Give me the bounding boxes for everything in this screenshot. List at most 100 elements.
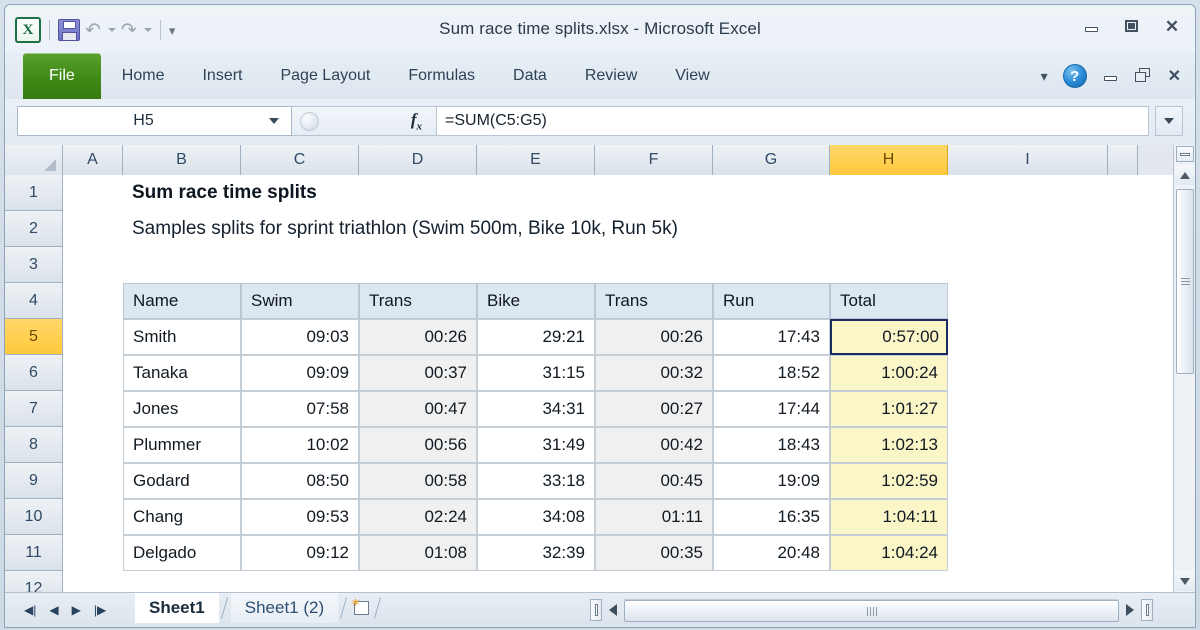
formula-input[interactable]: =SUM(C5:G5)	[437, 106, 1149, 136]
column-header-e[interactable]: E	[477, 145, 595, 175]
cell-f10-trans2[interactable]: 01:11	[595, 499, 713, 535]
tab-data[interactable]: Data	[494, 53, 566, 99]
cell-e5-bike[interactable]: 29:21	[477, 319, 595, 355]
cell-a10[interactable]	[63, 499, 123, 535]
column-header-a[interactable]: A	[63, 145, 123, 175]
horizontal-scroll-track[interactable]	[624, 599, 1119, 621]
cell-a11[interactable]	[63, 535, 123, 571]
tab-file[interactable]: File	[23, 53, 101, 99]
column-header-f[interactable]: F	[595, 145, 713, 175]
first-sheet-icon[interactable]: ◀|	[24, 603, 36, 617]
cell-row12[interactable]	[63, 571, 963, 593]
name-box-dropdown-icon[interactable]	[269, 118, 279, 124]
last-sheet-icon[interactable]: |▶	[94, 603, 106, 617]
cell-d8-trans1[interactable]: 00:56	[359, 427, 477, 463]
cell-f6-trans2[interactable]: 00:32	[595, 355, 713, 391]
cell-a7[interactable]	[63, 391, 123, 427]
cell-g10-run[interactable]: 16:35	[713, 499, 830, 535]
cell-b7-name[interactable]: Jones	[123, 391, 241, 427]
cell-g9-run[interactable]: 19:09	[713, 463, 830, 499]
cell-f11-trans2[interactable]: 00:35	[595, 535, 713, 571]
cell-h11-total[interactable]: 1:04:24	[830, 535, 948, 571]
cell-e10-bike[interactable]: 34:08	[477, 499, 595, 535]
ribbon-minimize-button[interactable]	[1102, 68, 1120, 84]
header-run[interactable]: Run	[713, 283, 830, 319]
sheet-tab-sheet1-2[interactable]: Sheet1 (2)	[231, 593, 338, 623]
row-header-4[interactable]: 4	[5, 283, 62, 319]
new-sheet-icon[interactable]	[350, 598, 372, 618]
cell-c9-swim[interactable]: 08:50	[241, 463, 359, 499]
cell-b1-title[interactable]: Sum race time splits	[123, 175, 823, 211]
cell-g5-run[interactable]: 17:43	[713, 319, 830, 355]
row-header-6[interactable]: 6	[5, 355, 62, 391]
ribbon-restore-button[interactable]	[1135, 68, 1153, 84]
header-bike[interactable]: Bike	[477, 283, 595, 319]
tab-insert[interactable]: Insert	[183, 53, 261, 99]
cell-c10-swim[interactable]: 09:53	[241, 499, 359, 535]
ribbon-close-button[interactable]: ✕	[1168, 66, 1181, 86]
expand-formula-bar-button[interactable]	[1155, 106, 1183, 136]
cell-d11-trans1[interactable]: 01:08	[359, 535, 477, 571]
scroll-up-button[interactable]	[1175, 165, 1195, 185]
cell-a6[interactable]	[63, 355, 123, 391]
column-header-extra[interactable]	[1108, 145, 1138, 175]
cell-h9-total[interactable]: 1:02:59	[830, 463, 948, 499]
cell-b5-name[interactable]: Smith	[123, 319, 241, 355]
column-header-d[interactable]: D	[359, 145, 477, 175]
scroll-down-button[interactable]	[1175, 571, 1195, 591]
horizontal-split-handle[interactable]	[590, 599, 602, 621]
header-swim[interactable]: Swim	[241, 283, 359, 319]
cell-e6-bike[interactable]: 31:15	[477, 355, 595, 391]
cell-g6-run[interactable]: 18:52	[713, 355, 830, 391]
column-header-b[interactable]: B	[123, 145, 241, 175]
column-header-h[interactable]: H	[830, 145, 948, 175]
prev-sheet-icon[interactable]: ◀	[49, 603, 58, 617]
cell-g8-run[interactable]: 18:43	[713, 427, 830, 463]
row-header-8[interactable]: 8	[5, 427, 62, 463]
row-header-7[interactable]: 7	[5, 391, 62, 427]
cell-h7-total[interactable]: 1:01:27	[830, 391, 948, 427]
cell-a2[interactable]	[63, 211, 123, 247]
cell-c8-swim[interactable]: 10:02	[241, 427, 359, 463]
cell-a8[interactable]	[63, 427, 123, 463]
cell-d6-trans1[interactable]: 00:37	[359, 355, 477, 391]
cell-b9-name[interactable]: Godard	[123, 463, 241, 499]
header-trans1[interactable]: Trans	[359, 283, 477, 319]
cell-d9-trans1[interactable]: 00:58	[359, 463, 477, 499]
row-header-2[interactable]: 2	[5, 211, 62, 247]
cell-d7-trans1[interactable]: 00:47	[359, 391, 477, 427]
header-name[interactable]: Name	[123, 283, 241, 319]
cell-g7-run[interactable]: 17:44	[713, 391, 830, 427]
cell-b3[interactable]	[123, 247, 1023, 283]
scroll-right-button[interactable]	[1119, 599, 1141, 621]
cell-f7-trans2[interactable]: 00:27	[595, 391, 713, 427]
vertical-split-handle[interactable]	[1176, 146, 1194, 162]
cell-e8-bike[interactable]: 31:49	[477, 427, 595, 463]
vertical-scrollbar[interactable]	[1173, 145, 1195, 593]
next-sheet-icon[interactable]: ▶	[72, 603, 81, 617]
cell-f5-trans2[interactable]: 00:26	[595, 319, 713, 355]
cell-a5[interactable]	[63, 319, 123, 355]
cell-h6-total[interactable]: 1:00:24	[830, 355, 948, 391]
cell-c7-swim[interactable]: 07:58	[241, 391, 359, 427]
tab-home[interactable]: Home	[103, 53, 184, 99]
header-total[interactable]: Total	[830, 283, 948, 319]
header-trans2[interactable]: Trans	[595, 283, 713, 319]
cell-c11-swim[interactable]: 09:12	[241, 535, 359, 571]
chevron-down-icon[interactable]: ▾	[1041, 68, 1048, 85]
horizontal-scroll-thumb[interactable]	[624, 600, 1119, 622]
minimize-button[interactable]	[1083, 19, 1101, 35]
horizontal-scrollbar[interactable]	[590, 598, 1153, 622]
column-header-c[interactable]: C	[241, 145, 359, 175]
row-header-9[interactable]: 9	[5, 463, 62, 499]
cell-e9-bike[interactable]: 33:18	[477, 463, 595, 499]
select-all-button[interactable]	[5, 145, 63, 175]
cancel-icon[interactable]	[300, 112, 319, 131]
close-button[interactable]: ✕	[1163, 19, 1181, 35]
column-header-i[interactable]: I	[948, 145, 1108, 175]
cell-c6-swim[interactable]: 09:09	[241, 355, 359, 391]
scroll-left-button[interactable]	[602, 599, 624, 621]
cell-f8-trans2[interactable]: 00:42	[595, 427, 713, 463]
cell-b8-name[interactable]: Plummer	[123, 427, 241, 463]
tab-review[interactable]: Review	[566, 53, 656, 99]
